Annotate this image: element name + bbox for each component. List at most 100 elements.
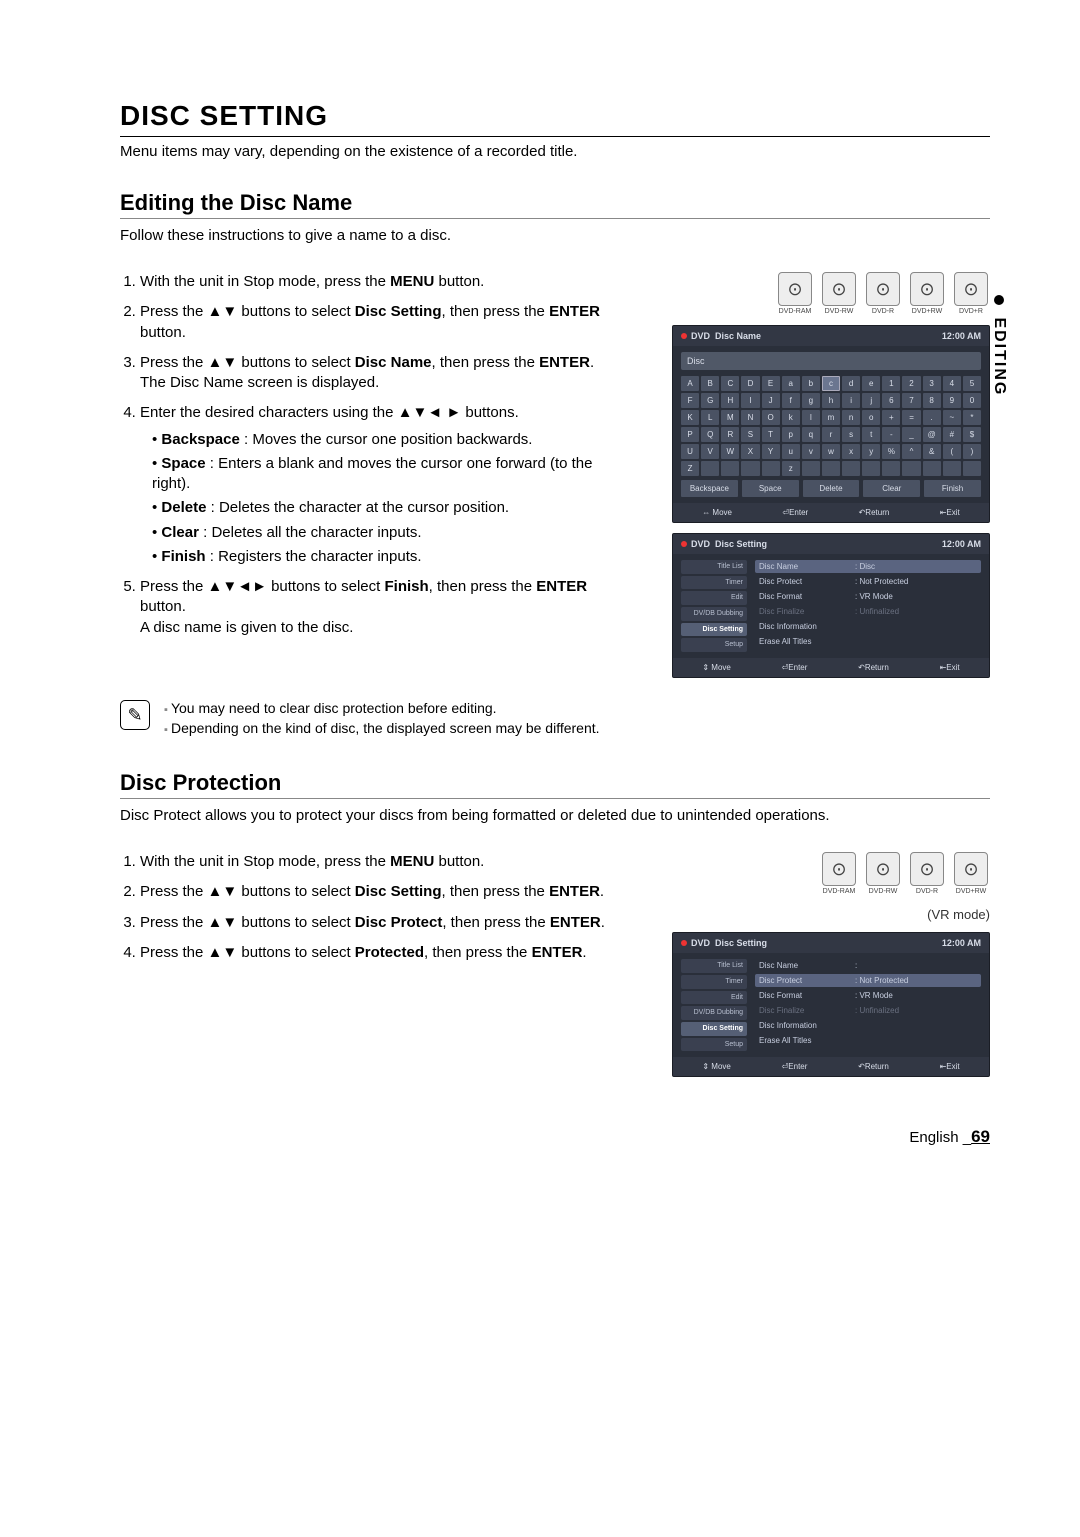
keyboard-action-button[interactable]: Space	[742, 480, 799, 497]
side-menu-item[interactable]: Edit	[681, 991, 747, 1005]
keyboard-key[interactable]: h	[822, 393, 840, 408]
keyboard-key[interactable]: n	[842, 410, 860, 425]
osd-option-list[interactable]: Disc Name: Disc Disc Protect: Not Protect…	[755, 560, 981, 652]
keyboard-key[interactable]	[701, 461, 719, 476]
keyboard-key[interactable]: M	[721, 410, 739, 425]
osd-side-menu[interactable]: Title ListTimerEditDV/DB DubbingDisc Set…	[681, 560, 747, 652]
keyboard-key[interactable]: (	[943, 444, 961, 459]
keyboard-key[interactable]: Y	[762, 444, 780, 459]
keyboard-key[interactable]: D	[741, 376, 759, 391]
keyboard-key[interactable]: *	[963, 410, 981, 425]
side-menu-item[interactable]: Setup	[681, 1038, 747, 1052]
keyboard-key[interactable]: i	[842, 393, 860, 408]
keyboard-key[interactable]: w	[822, 444, 840, 459]
keyboard-key[interactable]: K	[681, 410, 699, 425]
side-menu-item[interactable]: DV/DB Dubbing	[681, 1006, 747, 1020]
option-row[interactable]: Disc Name:	[755, 959, 981, 972]
keyboard-key[interactable]	[882, 461, 900, 476]
side-menu-item[interactable]: DV/DB Dubbing	[681, 607, 747, 621]
keyboard-key[interactable]: -	[882, 427, 900, 442]
keyboard-key[interactable]: H	[721, 393, 739, 408]
keyboard-key[interactable]: 0	[963, 393, 981, 408]
option-row[interactable]: Disc Format: VR Mode	[755, 989, 981, 1002]
keyboard-action-button[interactable]: Finish	[924, 480, 981, 497]
keyboard-key[interactable]: f	[782, 393, 800, 408]
keyboard-key[interactable]: t	[862, 427, 880, 442]
option-row[interactable]: Disc Protect: Not Protected	[755, 575, 981, 588]
keyboard-key[interactable]: v	[802, 444, 820, 459]
keyboard-key[interactable]: a	[782, 376, 800, 391]
keyboard-action-button[interactable]: Clear	[863, 480, 920, 497]
keyboard-key[interactable]: O	[762, 410, 780, 425]
osd-option-list[interactable]: Disc Name:Disc Protect: Not ProtectedDis…	[755, 959, 981, 1051]
keyboard-key[interactable]: m	[822, 410, 840, 425]
keyboard-key[interactable]: 7	[902, 393, 920, 408]
side-menu-item[interactable]: Disc Setting	[681, 623, 747, 637]
osd-keyboard-grid[interactable]: ABCDEabcde12345FGHIJfghij67890KLMNOklmno…	[681, 376, 981, 476]
side-menu-item[interactable]: Disc Setting	[681, 1022, 747, 1036]
keyboard-key[interactable]: S	[741, 427, 759, 442]
side-menu-item[interactable]: Timer	[681, 975, 747, 989]
keyboard-key[interactable]: N	[741, 410, 759, 425]
keyboard-key[interactable]: %	[882, 444, 900, 459]
keyboard-action-button[interactable]: Backspace	[681, 480, 738, 497]
option-row[interactable]: Erase All Titles	[755, 1034, 981, 1047]
keyboard-key[interactable]	[902, 461, 920, 476]
keyboard-key[interactable]: &	[923, 444, 941, 459]
keyboard-key[interactable]: 5	[963, 376, 981, 391]
keyboard-key[interactable]: P	[681, 427, 699, 442]
keyboard-key[interactable]	[842, 461, 860, 476]
keyboard-key[interactable]: g	[802, 393, 820, 408]
keyboard-key[interactable]: ^	[902, 444, 920, 459]
side-menu-item[interactable]: Setup	[681, 638, 747, 652]
keyboard-key[interactable]: r	[822, 427, 840, 442]
keyboard-key[interactable]: b	[802, 376, 820, 391]
option-row[interactable]: Disc Information	[755, 620, 981, 633]
keyboard-key[interactable]: V	[701, 444, 719, 459]
side-menu-item[interactable]: Edit	[681, 591, 747, 605]
osd-input-field[interactable]: Disc	[681, 352, 981, 370]
keyboard-key[interactable]: ~	[943, 410, 961, 425]
keyboard-key[interactable]: u	[782, 444, 800, 459]
osd-keyboard-actions[interactable]: BackspaceSpaceDeleteClearFinish	[681, 480, 981, 497]
keyboard-key[interactable]: k	[782, 410, 800, 425]
keyboard-key[interactable]: +	[882, 410, 900, 425]
keyboard-key[interactable]: W	[721, 444, 739, 459]
keyboard-key[interactable]: q	[802, 427, 820, 442]
keyboard-key[interactable]: X	[741, 444, 759, 459]
option-row[interactable]: Disc Name: Disc	[755, 560, 981, 573]
keyboard-key[interactable]	[923, 461, 941, 476]
keyboard-key[interactable]: B	[701, 376, 719, 391]
keyboard-key[interactable]: E	[762, 376, 780, 391]
side-menu-item[interactable]: Title List	[681, 959, 747, 973]
option-row[interactable]: Disc Finalize: Unfinalized	[755, 605, 981, 618]
option-row[interactable]: Disc Information	[755, 1019, 981, 1032]
keyboard-key[interactable]: J	[762, 393, 780, 408]
keyboard-key[interactable]: F	[681, 393, 699, 408]
keyboard-key[interactable]: z	[782, 461, 800, 476]
keyboard-key[interactable]: @	[923, 427, 941, 442]
keyboard-key[interactable]	[762, 461, 780, 476]
keyboard-key[interactable]	[802, 461, 820, 476]
keyboard-key[interactable]: C	[721, 376, 739, 391]
keyboard-key[interactable]	[822, 461, 840, 476]
keyboard-key[interactable]: s	[842, 427, 860, 442]
keyboard-key[interactable]: I	[741, 393, 759, 408]
keyboard-key[interactable]: 3	[923, 376, 941, 391]
keyboard-key[interactable]	[862, 461, 880, 476]
keyboard-key[interactable]	[943, 461, 961, 476]
keyboard-key[interactable]: 1	[882, 376, 900, 391]
keyboard-key[interactable]: )	[963, 444, 981, 459]
keyboard-key[interactable]: 9	[943, 393, 961, 408]
keyboard-key[interactable]: _	[902, 427, 920, 442]
keyboard-key[interactable]: T	[762, 427, 780, 442]
keyboard-key[interactable]: #	[943, 427, 961, 442]
keyboard-key[interactable]	[721, 461, 739, 476]
keyboard-action-button[interactable]: Delete	[803, 480, 860, 497]
keyboard-key[interactable]: Q	[701, 427, 719, 442]
keyboard-key[interactable]: e	[862, 376, 880, 391]
keyboard-key[interactable]: U	[681, 444, 699, 459]
keyboard-key[interactable]: 6	[882, 393, 900, 408]
option-row[interactable]: Disc Finalize: Unfinalized	[755, 1004, 981, 1017]
option-row[interactable]: Disc Format: VR Mode	[755, 590, 981, 603]
